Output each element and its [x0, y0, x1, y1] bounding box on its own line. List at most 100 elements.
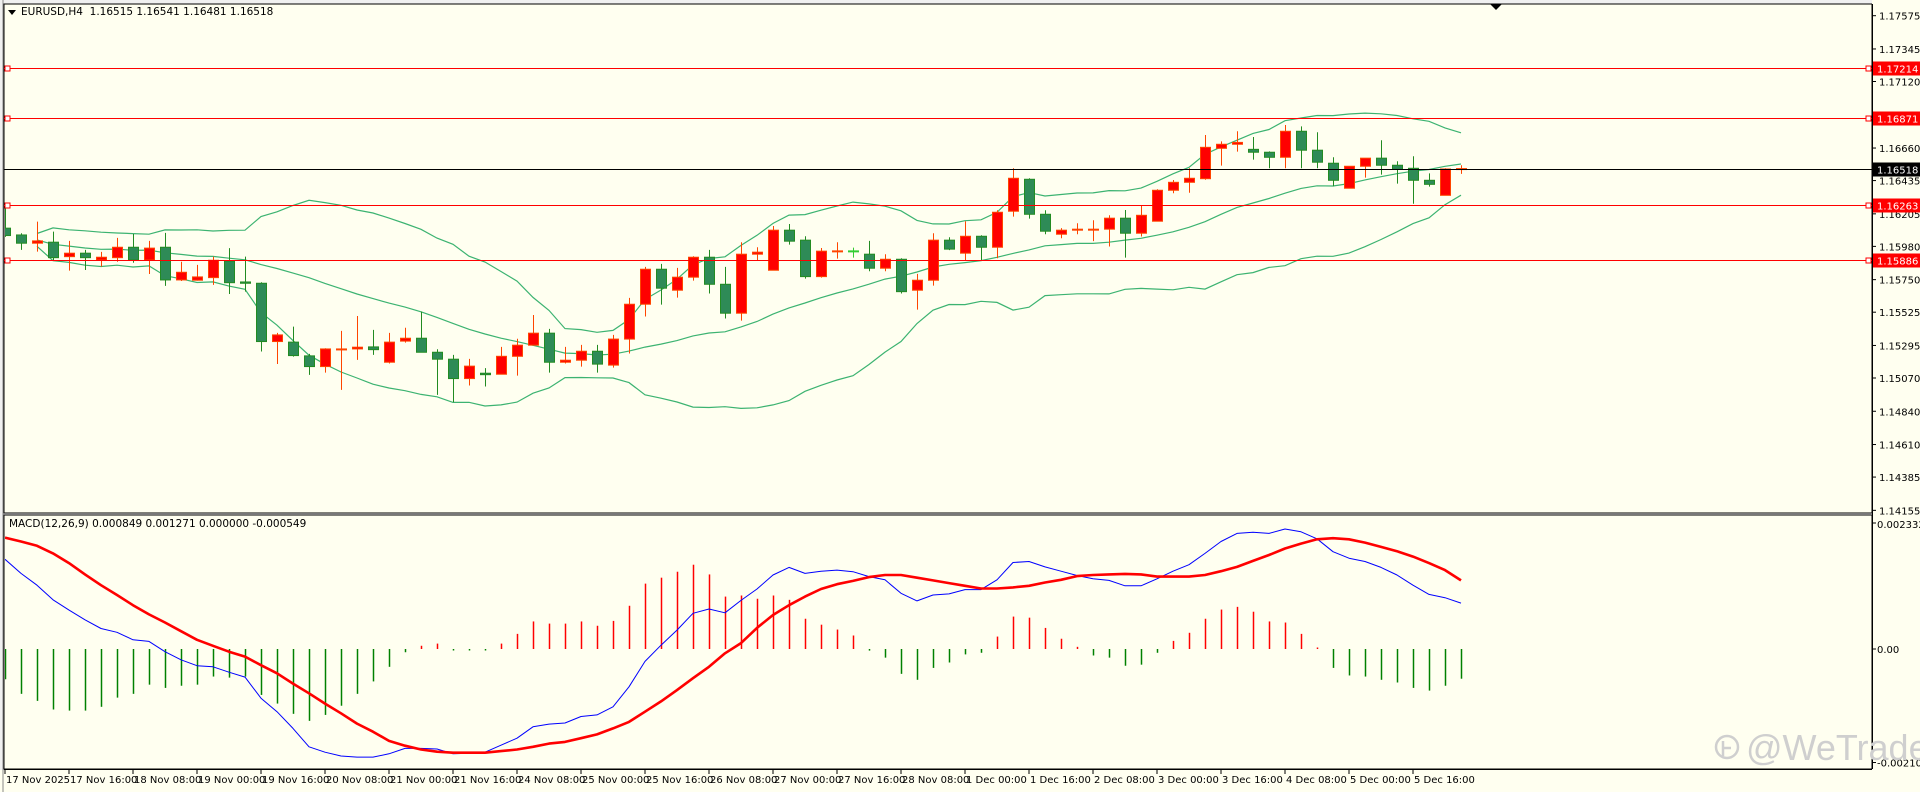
level-anchor-left[interactable]	[4, 257, 11, 264]
candle[interactable]	[928, 233, 939, 286]
candle-body	[208, 259, 219, 279]
candle-body	[48, 241, 59, 259]
candle[interactable]	[736, 242, 747, 321]
time-tick-label: 1 Dec 00:00	[966, 775, 1027, 786]
wetrade-watermark: @WeTrade	[1714, 727, 1920, 768]
candle-body	[1408, 167, 1419, 181]
candle-body	[944, 239, 955, 250]
time-tick-label: 5 Dec 00:00	[1350, 775, 1411, 786]
time-tick-label: 21 Nov 00:00	[390, 775, 457, 786]
candle-body	[608, 338, 619, 366]
candle[interactable]	[800, 236, 811, 279]
time-tick-label: 17 Nov 2025	[6, 775, 70, 786]
candle[interactable]	[896, 258, 907, 294]
chart-canvas[interactable]: 1.17575 1.17345 1.17120 1.16660 1.16435 1.162…	[0, 0, 1920, 792]
candle-body	[1216, 143, 1227, 149]
level-anchor-right[interactable]	[1865, 115, 1872, 122]
level-price-label: 1.17214	[1877, 65, 1918, 76]
price-tick-label: 1.15525	[1879, 308, 1920, 319]
candle[interactable]	[688, 256, 699, 281]
dropdown-triangle-icon[interactable]	[8, 9, 16, 15]
candle-body	[1264, 151, 1275, 158]
candle-body	[768, 229, 779, 271]
candle-body	[80, 252, 91, 259]
candle-body	[128, 246, 139, 261]
time-tick-label: 4 Dec 08:00	[1286, 775, 1347, 786]
candle-body	[1360, 157, 1371, 167]
candle-body	[304, 355, 315, 368]
candle-body	[240, 281, 251, 284]
level-anchor-right[interactable]	[1865, 257, 1872, 264]
candle-body	[496, 355, 507, 375]
candle-body	[1136, 214, 1147, 234]
candle-body	[1280, 130, 1291, 158]
level-anchor-left[interactable]	[4, 65, 11, 72]
candle-body	[1024, 178, 1035, 215]
candle-body	[592, 350, 603, 365]
candle-body	[176, 271, 187, 281]
price-tick-label: 1.15070	[1879, 374, 1920, 385]
candle-body	[1232, 141, 1243, 145]
candle-body	[32, 240, 43, 244]
time-tick-label: 3 Dec 00:00	[1158, 775, 1219, 786]
price-tick-label: 1.15295	[1879, 341, 1920, 352]
time-tick-label: 2 Dec 08:00	[1094, 775, 1155, 786]
chart-header: EURUSD,H4 1.16515 1.16541 1.16481 1.1651…	[8, 6, 273, 18]
price-tick-label: 1.14385	[1879, 473, 1920, 484]
time-tick-label: 21 Nov 16:00	[454, 775, 521, 786]
level-anchor-left[interactable]	[4, 115, 11, 122]
time-tick-label: 3 Dec 16:00	[1222, 775, 1283, 786]
price-tick-label: 1.17575	[1879, 12, 1920, 23]
candle[interactable]	[1024, 178, 1035, 219]
candle-body	[144, 247, 155, 261]
level-anchor-right[interactable]	[1865, 65, 1872, 72]
candle[interactable]	[768, 225, 779, 271]
price-tick-label: 1.14610	[1879, 441, 1920, 452]
candle-body	[1328, 162, 1339, 181]
candle-body	[512, 344, 523, 357]
time-tick-label: 28 Nov 08:00	[902, 775, 969, 786]
level-anchor-right[interactable]	[1865, 202, 1872, 209]
price-tick-label: 1.15750	[1879, 276, 1920, 287]
candle-body	[320, 348, 331, 368]
ohlc-values: 1.16515 1.16541 1.16481 1.16518	[89, 6, 274, 18]
candle-body	[288, 341, 299, 357]
candle-body	[256, 282, 267, 343]
candle-body	[1424, 179, 1435, 185]
candle-body	[1088, 228, 1099, 231]
candle-body	[720, 283, 731, 314]
candle[interactable]	[816, 247, 827, 278]
candle-body	[272, 334, 283, 343]
candle-body	[640, 268, 651, 305]
time-tick-label: 25 Nov 16:00	[646, 775, 713, 786]
macd-panel	[3, 514, 1873, 770]
candle-body	[1312, 149, 1323, 163]
candle[interactable]	[608, 334, 619, 368]
candle-body	[368, 346, 379, 351]
candle-body	[416, 337, 427, 353]
candle[interactable]	[256, 282, 267, 352]
candle-body	[352, 346, 363, 350]
candle-body	[1040, 213, 1051, 232]
candle-body	[448, 358, 459, 380]
candle[interactable]	[1040, 210, 1051, 235]
candle-body	[192, 276, 203, 281]
watermark-text: @WeTrade	[1746, 727, 1920, 768]
price-tick-label: 1.15980	[1879, 242, 1920, 253]
candle[interactable]	[1440, 168, 1451, 196]
candle-body	[464, 365, 475, 380]
time-tick-label: 18 Nov 08:00	[134, 775, 201, 786]
candle-body	[576, 350, 587, 361]
time-tick-label: 27 Nov 16:00	[838, 775, 905, 786]
candle-body	[864, 253, 875, 269]
level-anchor-left[interactable]	[4, 202, 11, 209]
candle-body	[848, 250, 859, 253]
time-tick-label: 5 Dec 16:00	[1414, 775, 1475, 786]
candle-body	[912, 279, 923, 291]
candle-body	[992, 211, 1003, 248]
time-tick-label: 25 Nov 00:00	[582, 775, 649, 786]
candle-body	[1376, 157, 1387, 166]
level-price-label: 1.16263	[1877, 202, 1918, 213]
time-tick-label: 26 Nov 08:00	[710, 775, 777, 786]
macd-tick-label: 0.002332	[1877, 520, 1920, 531]
